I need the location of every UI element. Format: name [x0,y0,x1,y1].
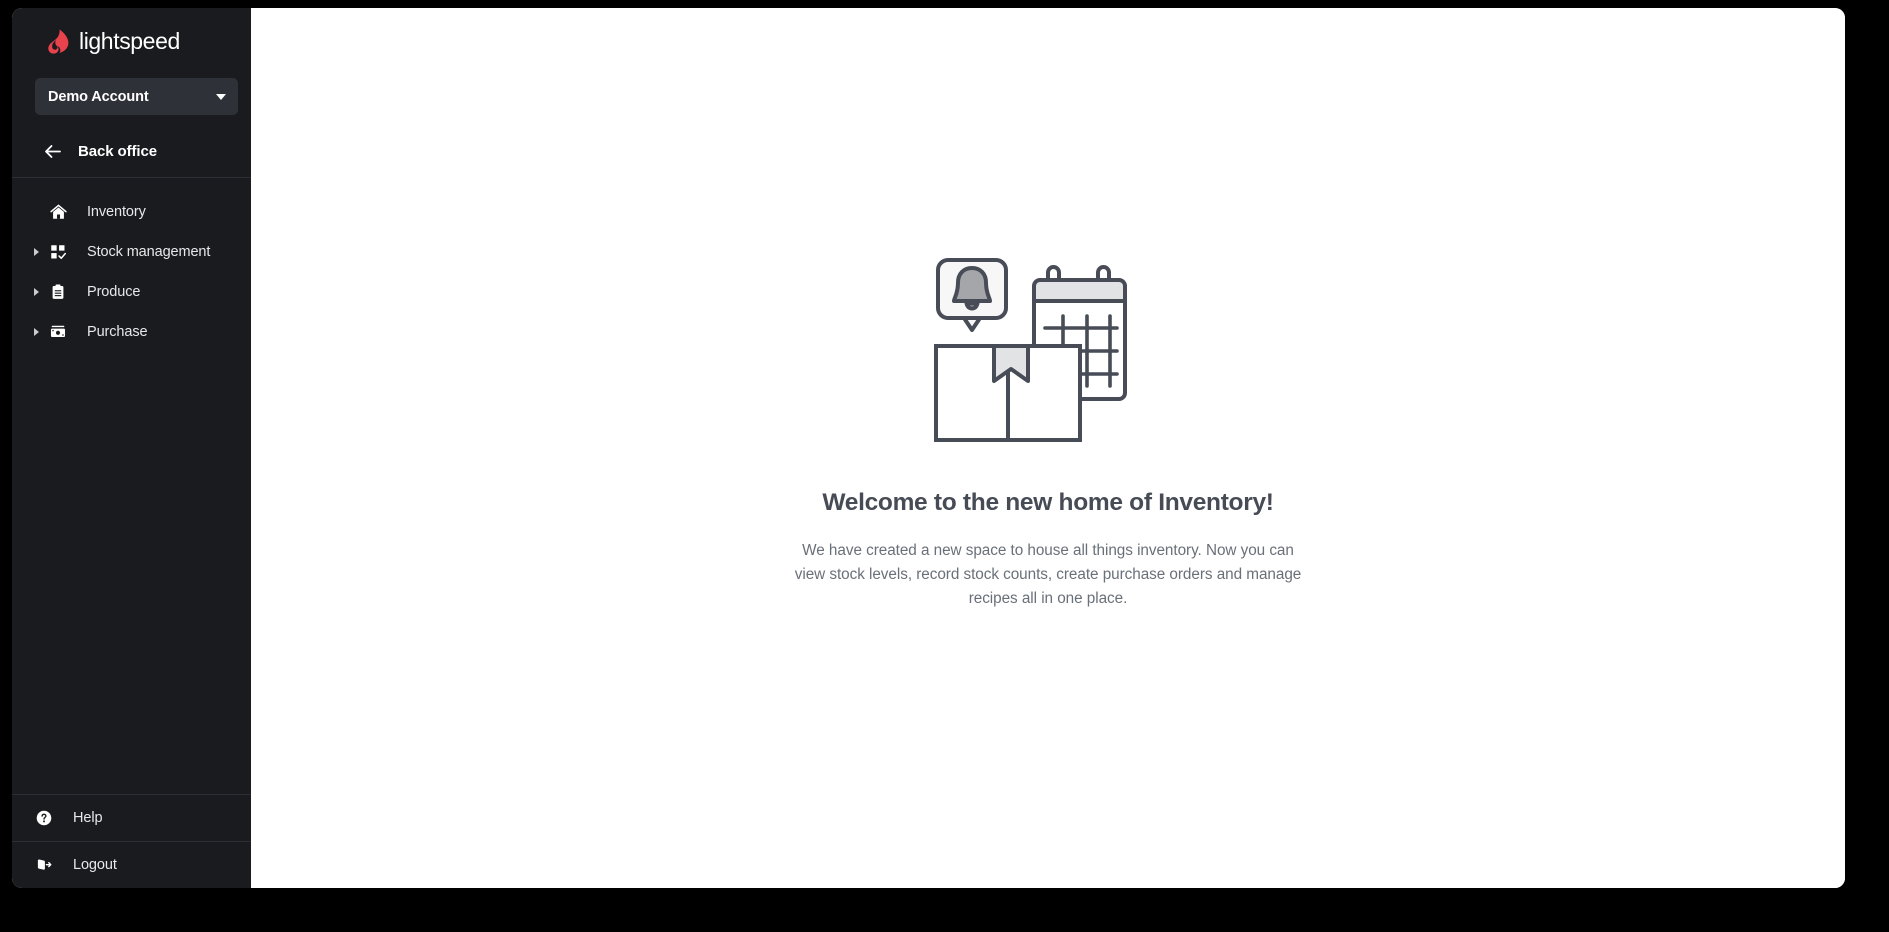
expand-purchase-toggle[interactable] [34,328,48,336]
arrow-left-icon [43,142,62,161]
brand-logo[interactable]: lightspeed [12,8,251,74]
logout-icon [34,855,54,875]
chevron-right-icon [34,288,39,296]
sidebar-item-purchase[interactable]: Purchase [12,312,251,352]
lightspeed-flame-icon [47,28,70,54]
banknote-icon [48,322,68,342]
empty-state-description: We have created a new space to house all… [794,542,1302,607]
chevron-right-icon [34,248,39,256]
back-office-link[interactable]: Back office [12,125,251,177]
sidebar-item-inventory[interactable]: Inventory [12,192,251,232]
sidebar-footer: Help Logout [12,794,251,888]
back-office-label: Back office [78,142,157,160]
sidebar-item-label: Logout [73,857,117,873]
sidebar-item-label: Help [73,810,103,826]
chevron-down-icon [216,93,226,100]
chevron-right-icon [34,328,39,336]
sidebar-item-stock-management[interactable]: Stock management [12,232,251,272]
main-content: Welcome to the new home of Inventory! We… [251,8,1845,888]
account-selector[interactable]: Demo Account [35,78,238,115]
home-icon [48,202,68,222]
sidebar: lightspeed Demo Account Back office Inve… [12,8,251,888]
empty-state-panel: Welcome to the new home of Inventory! We… [788,250,1308,611]
brand-name: lightspeed [79,27,180,54]
sidebar-item-produce[interactable]: Produce [12,272,251,312]
sidebar-item-help[interactable]: Help [12,795,251,841]
sidebar-item-label: Stock management [87,244,211,260]
bell-calendar-book-illustration [932,250,1164,445]
sidebar-item-label: Purchase [87,324,148,340]
sidebar-item-label: Inventory [87,204,146,220]
account-name: Demo Account [48,88,149,105]
grid-check-icon [48,242,68,262]
page-title: Welcome to the new home of Inventory! [822,489,1274,516]
expand-stock-management-toggle[interactable] [34,248,48,256]
question-circle-icon [34,808,54,828]
sidebar-item-label: Produce [87,284,141,300]
application-window: lightspeed Demo Account Back office Inve… [12,8,1845,888]
sidebar-item-logout[interactable]: Logout [12,842,251,888]
clipboard-icon [48,282,68,302]
expand-produce-toggle[interactable] [34,288,48,296]
sidebar-nav-list: Inventory Stock management Produce Purch… [12,178,251,794]
